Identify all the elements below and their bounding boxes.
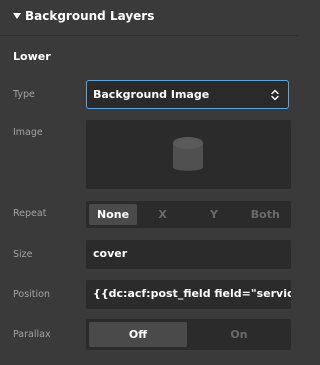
- section-header[interactable]: Background Layers: [0, 0, 298, 36]
- group-title: Lower: [13, 50, 51, 63]
- section-title: Background Layers: [25, 9, 155, 23]
- type-label: Type: [13, 89, 35, 100]
- image-label: Image: [13, 127, 43, 138]
- repeat-option-y[interactable]: Y: [188, 201, 239, 228]
- repeat-option-both[interactable]: Both: [240, 201, 291, 228]
- parallax-segmented-control: Off On: [86, 319, 291, 350]
- image-picker[interactable]: [86, 120, 291, 189]
- chevron-updown-icon: [271, 89, 279, 101]
- position-input-value: {{dc:acf:post_field field="service_t: [93, 287, 291, 300]
- size-input-value: cover: [93, 247, 128, 260]
- type-select-value: Background Image: [93, 88, 210, 101]
- size-input[interactable]: cover: [86, 240, 291, 269]
- repeat-segmented-control: None X Y Both: [86, 201, 291, 228]
- database-icon: [173, 137, 203, 171]
- parallax-label: Parallax: [13, 329, 51, 340]
- position-input[interactable]: {{dc:acf:post_field field="service_t: [86, 280, 291, 309]
- parallax-option-on[interactable]: On: [187, 319, 291, 350]
- repeat-option-none[interactable]: None: [89, 204, 137, 225]
- repeat-option-x[interactable]: X: [137, 201, 188, 228]
- repeat-label: Repeat: [13, 208, 47, 219]
- background-layers-panel: Background Layers Lower Type Background …: [0, 0, 298, 365]
- parallax-option-off[interactable]: Off: [89, 322, 187, 347]
- type-select[interactable]: Background Image: [86, 80, 289, 109]
- caret-down-icon[interactable]: [13, 13, 21, 19]
- size-label: Size: [13, 249, 33, 260]
- position-label: Position: [13, 289, 50, 300]
